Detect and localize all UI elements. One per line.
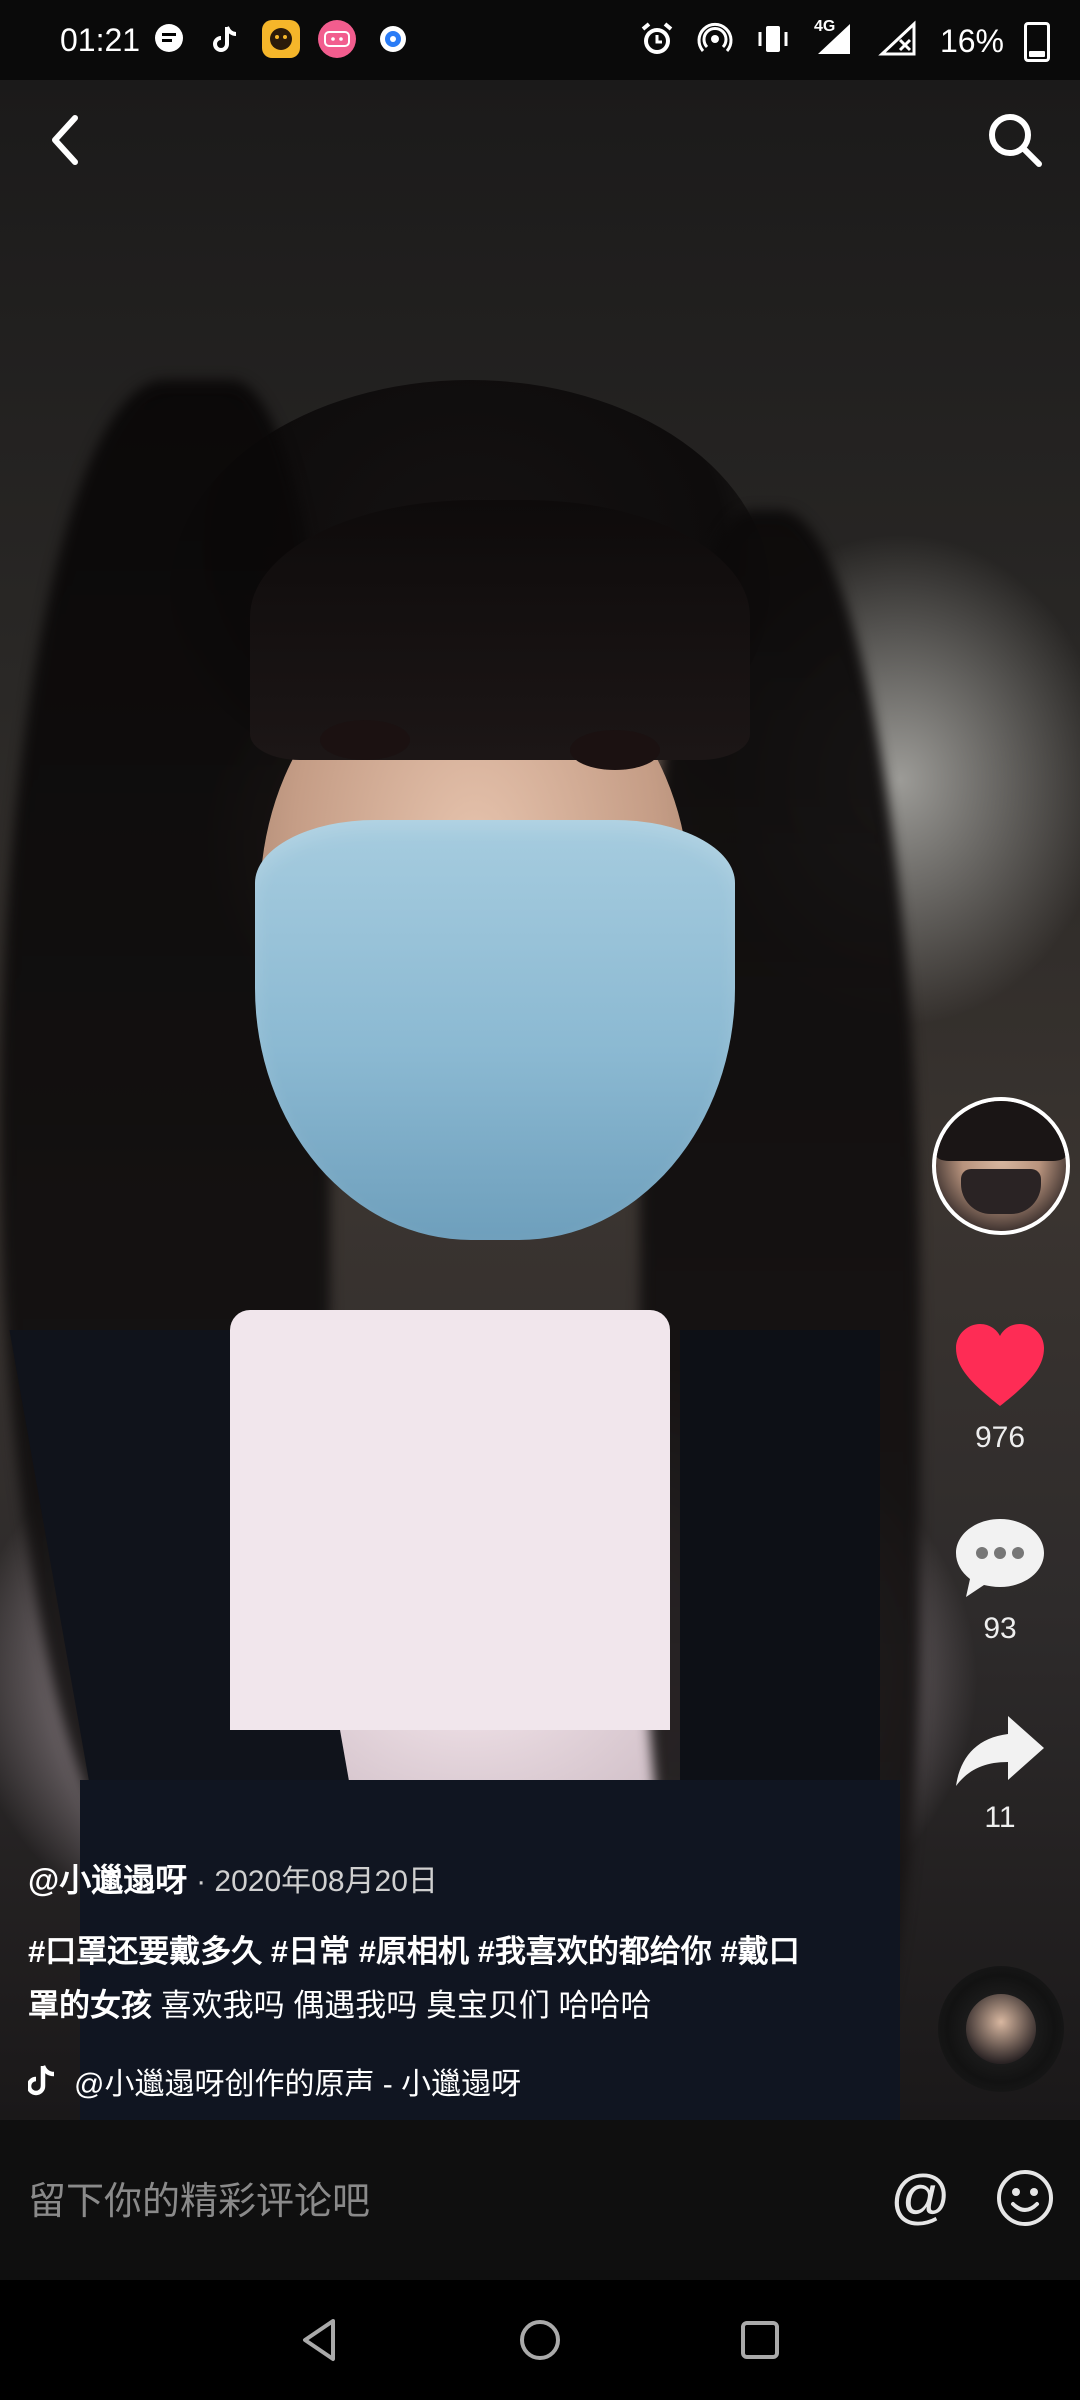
status-bar: 01:21 4G 16% xyxy=(0,0,1080,80)
bilibili-icon xyxy=(318,20,356,58)
notification-icons xyxy=(150,20,412,58)
tiktok-note-icon xyxy=(28,2065,55,2096)
alarm-icon xyxy=(638,20,676,63)
video-shirt xyxy=(230,1310,670,1730)
post-date: · 2020年08月20日 xyxy=(196,1865,438,1898)
author-line: @小邋遢呀 · 2020年08月20日 xyxy=(28,1855,828,1901)
system-status-icons: 4G 16% xyxy=(638,18,1050,63)
comment-count: 93 xyxy=(983,1612,1017,1645)
like-button[interactable]: 976 xyxy=(940,1320,1060,1455)
nav-back-button[interactable] xyxy=(290,2310,350,2370)
triangle-back-icon xyxy=(303,2319,335,2361)
square-recents-icon xyxy=(741,2321,779,2359)
battery-percent: 16% xyxy=(939,23,1004,59)
comment-bar: 留下你的精彩评论吧 @ xyxy=(0,2120,1080,2280)
vibrate-icon xyxy=(754,20,792,63)
hashtag[interactable]: #口罩还要戴多久 xyxy=(28,1934,262,1969)
hotspot-icon xyxy=(696,20,734,63)
hashtag[interactable]: #我喜欢的都给你 xyxy=(478,1934,712,1969)
browser-icon xyxy=(374,20,412,58)
share-button[interactable]: 11 xyxy=(940,1710,1060,1835)
like-count: 976 xyxy=(974,1421,1026,1454)
battery-level-fill xyxy=(1029,51,1045,57)
music-disc-cover xyxy=(966,1994,1036,2064)
signal-empty-icon xyxy=(876,20,920,63)
network-type: 4G xyxy=(813,18,836,35)
music-disc[interactable] xyxy=(938,1966,1064,2092)
author-avatar[interactable] xyxy=(932,1097,1070,1235)
nav-home-button[interactable] xyxy=(510,2310,570,2370)
chevron-left-icon xyxy=(52,115,78,165)
video-player[interactable] xyxy=(0,80,1080,2120)
share-arrow-icon xyxy=(956,1716,1044,1786)
comment-icon xyxy=(956,1519,1044,1597)
video-eye-right xyxy=(570,730,660,770)
message-icon xyxy=(150,20,188,58)
hashtag[interactable]: #日常 xyxy=(271,1934,350,1969)
search-button[interactable] xyxy=(980,105,1050,175)
search-icon xyxy=(989,114,1042,167)
video-caption: @小邋遢呀 · 2020年08月20日 #口罩还要戴多久 #日常 #原相机 #我… xyxy=(28,1855,828,2103)
comment-input[interactable]: 留下你的精彩评论吧 xyxy=(28,2170,370,2225)
video-eye-left xyxy=(320,720,410,760)
music-title: @小邋遢呀创作的原声 - 小邋遢呀 xyxy=(74,2068,522,2101)
hashtag[interactable]: #原相机 xyxy=(359,1934,469,1969)
nav-recents-button[interactable] xyxy=(730,2310,790,2370)
status-time: 01:21 xyxy=(60,22,141,58)
music-info[interactable]: @小邋遢呀创作的原声 - 小邋遢呀 xyxy=(28,2059,828,2103)
signal-icon: 4G xyxy=(812,18,856,63)
video-bangs xyxy=(250,500,750,760)
app-icon-yellow xyxy=(262,20,300,58)
author-name[interactable]: @小邋遢呀 xyxy=(28,1862,187,1898)
circle-home-icon xyxy=(520,2320,560,2360)
video-description: #口罩还要戴多久 #日常 #原相机 #我喜欢的都给你 #戴口罩的女孩 喜欢我吗 … xyxy=(28,1925,828,2033)
tiktok-icon xyxy=(206,20,244,58)
at-icon[interactable]: @ xyxy=(890,2162,951,2231)
back-button[interactable] xyxy=(35,105,95,175)
comment-button[interactable]: 93 xyxy=(940,1515,1060,1646)
caption-text: 喜欢我吗 偶遇我吗 臭宝贝们 哈哈哈 xyxy=(160,1988,652,2023)
avatar-mask xyxy=(961,1169,1041,1214)
heart-icon xyxy=(956,1324,1044,1406)
avatar-hair xyxy=(936,1101,1066,1161)
battery-icon xyxy=(1024,21,1050,62)
system-nav-bar xyxy=(0,2280,1080,2400)
share-count: 11 xyxy=(984,1801,1016,1834)
emoji-icon[interactable] xyxy=(995,2168,1055,2233)
